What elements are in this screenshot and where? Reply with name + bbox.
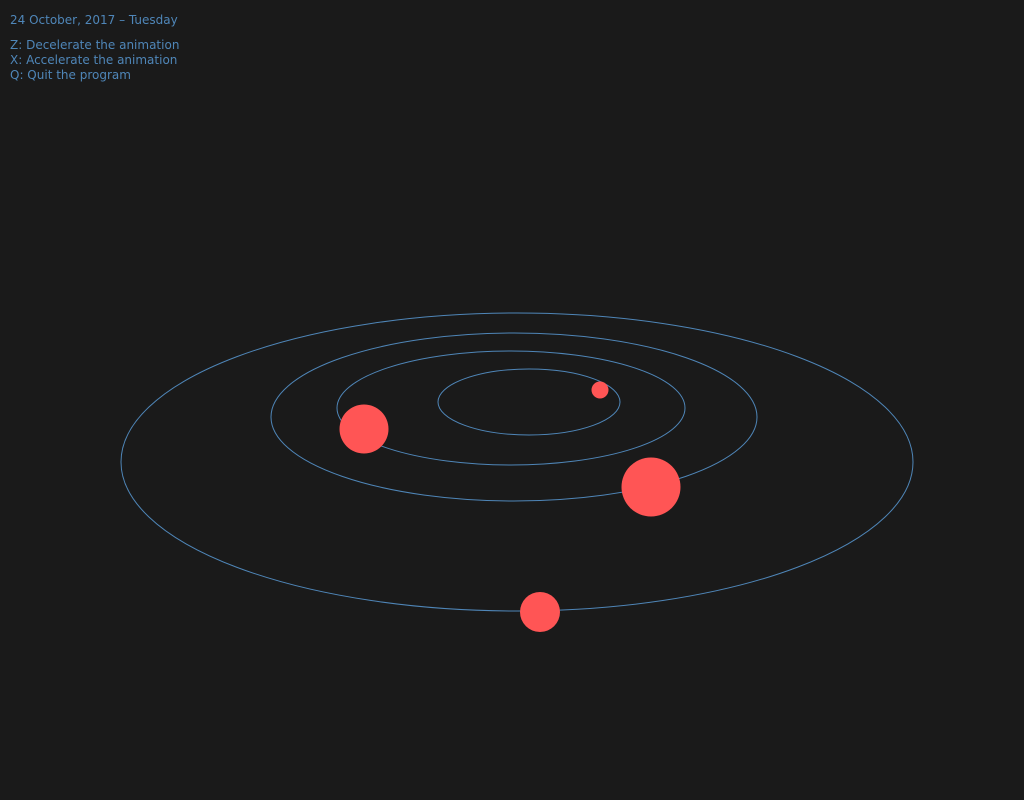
orbit-1	[437, 368, 621, 436]
planet-3	[621, 457, 681, 517]
planet-4	[520, 592, 560, 632]
planet-1	[591, 381, 609, 399]
orbit-2	[336, 350, 686, 466]
solar-system-scene	[120, 312, 914, 632]
animation-window: 24 October, 2017 – Tuesday Z: Decelerate…	[0, 0, 1024, 800]
orbit-4	[120, 312, 914, 612]
planet-2	[339, 404, 389, 454]
